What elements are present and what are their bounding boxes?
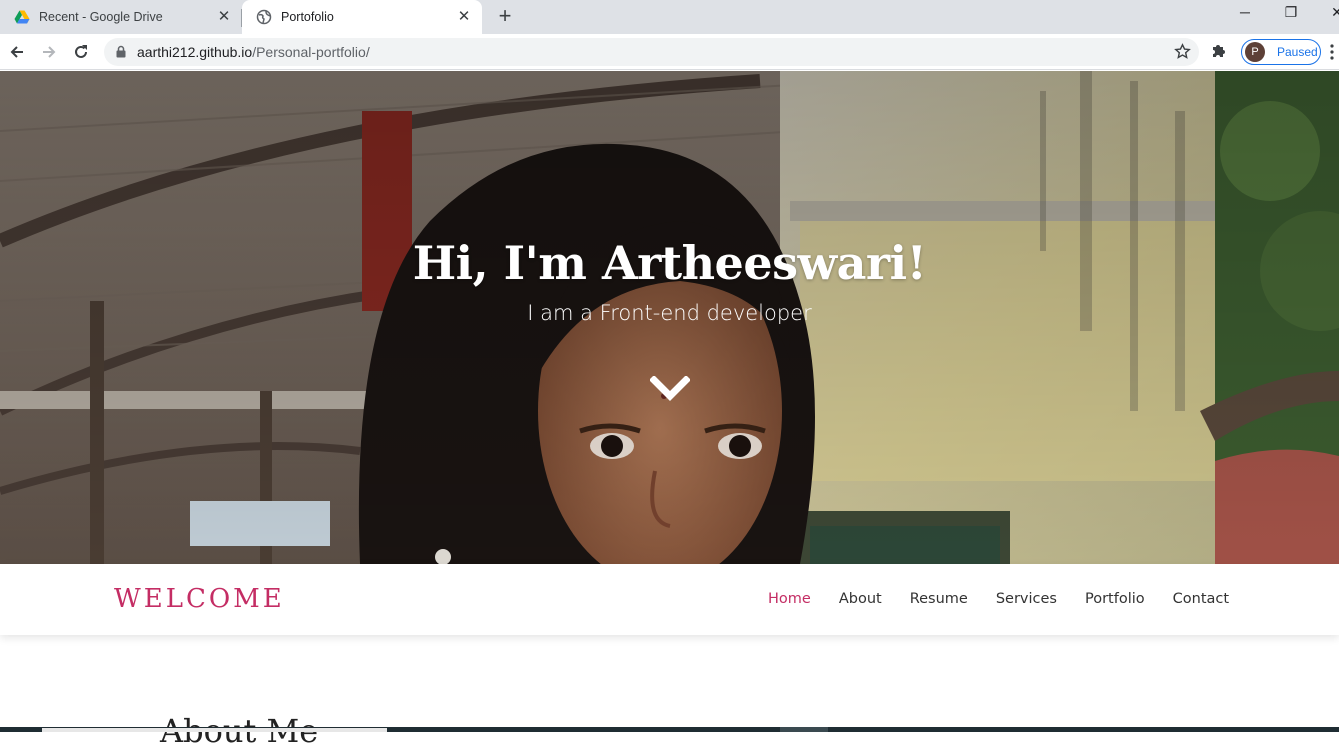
nav-link-home[interactable]: Home xyxy=(768,591,811,607)
browser-toolbar: aarthi212.github.io/Personal-portfolio/ … xyxy=(0,34,1339,70)
nav-link-portfolio[interactable]: Portfolio xyxy=(1085,591,1145,607)
tab-title: Recent - Google Drive xyxy=(39,10,163,24)
profile-status: Paused xyxy=(1277,45,1318,59)
site-navbar: WELCOME Home About Resume Services Portf… xyxy=(0,564,1339,635)
tab-title: Portofolio xyxy=(281,10,334,24)
url-text: aarthi212.github.io/Personal-portfolio/ xyxy=(137,44,370,60)
hero-title: Hi, I'm Artheeswari! xyxy=(412,236,927,290)
arrow-left-icon xyxy=(10,46,23,58)
tab-portofolio[interactable]: Portofolio ✕ xyxy=(242,0,482,34)
restore-button[interactable]: ❐ xyxy=(1268,4,1314,26)
nav-link-about[interactable]: About xyxy=(839,591,882,607)
taskbar-item[interactable] xyxy=(42,728,387,732)
minimize-button[interactable]: ─ xyxy=(1222,4,1268,26)
google-drive-icon xyxy=(14,10,30,24)
arrow-right-icon xyxy=(43,46,56,58)
reload-button[interactable] xyxy=(68,39,94,65)
chevron-down-icon[interactable] xyxy=(650,376,690,402)
nav-link-contact[interactable]: Contact xyxy=(1173,591,1229,607)
bookmark-star-icon[interactable] xyxy=(1174,43,1191,60)
back-button[interactable] xyxy=(4,39,30,65)
taskbar-item[interactable] xyxy=(780,727,828,732)
address-bar[interactable]: aarthi212.github.io/Personal-portfolio/ xyxy=(104,38,1199,66)
more-vertical-icon[interactable] xyxy=(1330,44,1334,60)
hero-subtitle: I am a Front-end developer xyxy=(527,301,812,325)
nav-links: Home About Resume Services Portfolio Con… xyxy=(754,591,1243,607)
window-close-button[interactable]: ✕ xyxy=(1314,4,1339,26)
avatar: P xyxy=(1245,42,1265,62)
nav-link-resume[interactable]: Resume xyxy=(910,591,968,607)
close-icon[interactable]: ✕ xyxy=(216,9,232,25)
lock-icon xyxy=(116,45,126,58)
hero-section: Hi, I'm Artheeswari! I am a Front-end de… xyxy=(0,71,1339,564)
url-path: /Personal-portfolio/ xyxy=(252,44,370,60)
profile-button[interactable]: P Paused xyxy=(1241,39,1321,65)
extensions-puzzle-icon[interactable] xyxy=(1210,42,1228,60)
nav-link-services[interactable]: Services xyxy=(996,591,1057,607)
tab-google-drive[interactable]: Recent - Google Drive ✕ xyxy=(0,0,242,34)
reload-icon xyxy=(75,45,87,58)
site-brand[interactable]: WELCOME xyxy=(114,584,285,614)
globe-icon xyxy=(256,9,272,25)
close-icon[interactable]: ✕ xyxy=(456,9,472,25)
url-host: aarthi212.github.io xyxy=(137,44,253,60)
tab-strip: Recent - Google Drive ✕ Portofolio ✕ + ─… xyxy=(0,0,1339,34)
forward-button[interactable] xyxy=(36,39,62,65)
new-tab-button[interactable]: + xyxy=(494,5,516,28)
